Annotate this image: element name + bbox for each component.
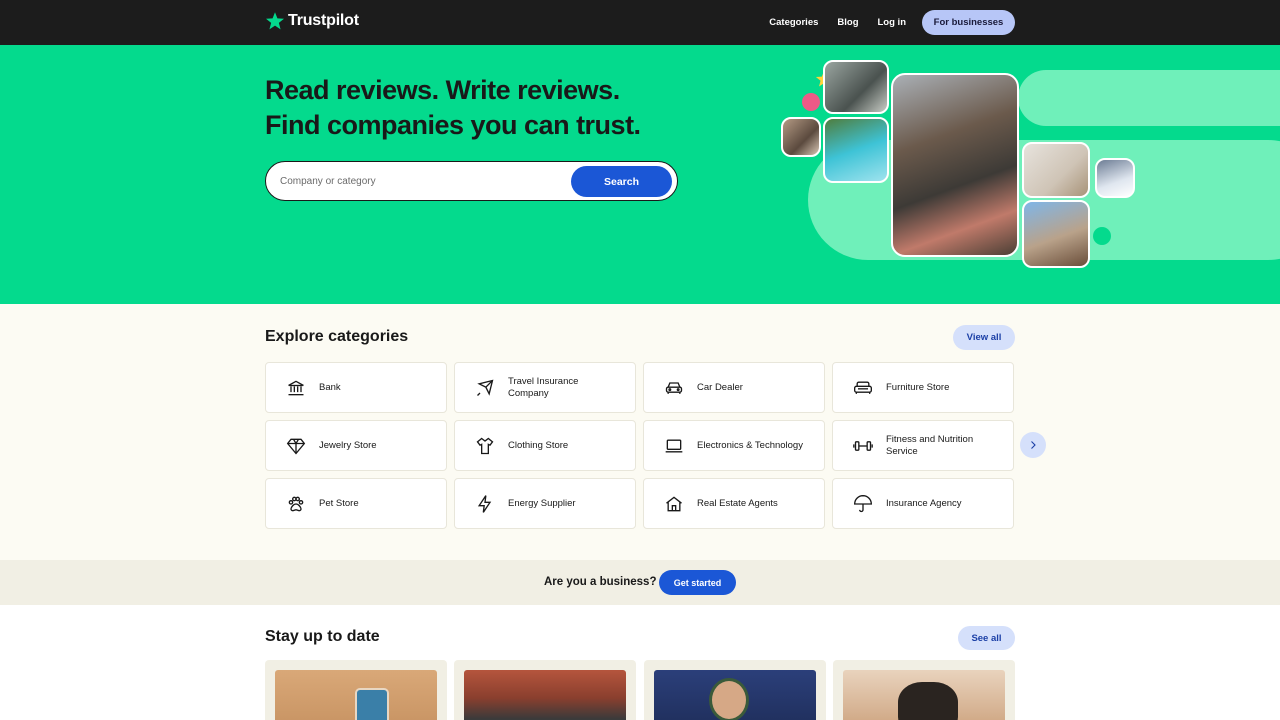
- category-label: Clothing Store: [508, 439, 569, 451]
- brand-name: Trustpilot: [288, 12, 359, 29]
- person-head-shape: [709, 678, 749, 720]
- blog-card[interactable]: [644, 660, 826, 720]
- star-icon: [266, 12, 284, 30]
- main-nav: Categories Blog Log in For businesses: [750, 10, 1015, 35]
- hero-title: Read reviews. Write reviews. Find compan…: [265, 73, 641, 143]
- blog-image-street: [464, 670, 626, 720]
- photo-cafe: [823, 60, 889, 114]
- umbrella-icon: [853, 494, 873, 514]
- category-furniture-store[interactable]: Furniture Store: [832, 362, 1014, 413]
- category-label: Bank: [319, 381, 341, 393]
- view-all-button[interactable]: View all: [953, 325, 1015, 350]
- category-label: Car Dealer: [697, 381, 743, 393]
- photo-couple: [781, 117, 821, 157]
- blog-image-dog-beach: [843, 670, 1005, 720]
- house-icon: [664, 494, 684, 514]
- blog-image-phone: [275, 670, 437, 720]
- business-question: Are you a business?: [544, 576, 657, 588]
- paw-icon: [286, 494, 306, 514]
- category-pet-store[interactable]: Pet Store: [265, 478, 447, 529]
- category-electronics-technology[interactable]: Electronics & Technology: [643, 420, 825, 471]
- category-label: Travel Insurance Company: [508, 375, 579, 399]
- photo-cactus-man: [1022, 200, 1090, 268]
- top-navigation-bar: Trustpilot Categories Blog Log in For bu…: [0, 0, 1280, 45]
- photo-bookshelf: [1022, 142, 1090, 198]
- category-label: Jewelry Store: [319, 439, 377, 451]
- nav-categories-link[interactable]: Categories: [769, 17, 818, 28]
- category-fitness-nutrition[interactable]: Fitness and Nutrition Service: [832, 420, 1014, 471]
- dumbbell-icon: [853, 436, 873, 456]
- category-label: Furniture Store: [886, 381, 950, 393]
- airplane-icon: [475, 378, 495, 398]
- category-label: Real Estate Agents: [697, 497, 778, 509]
- blog-image-headphones: [654, 670, 816, 720]
- nav-login-link[interactable]: Log in: [878, 17, 907, 28]
- bank-icon: [286, 378, 306, 398]
- category-label: Electronics & Technology: [697, 439, 803, 451]
- lightning-icon: [475, 494, 495, 514]
- category-bank[interactable]: Bank: [265, 362, 447, 413]
- pink-dot: [802, 93, 820, 111]
- category-real-estate-agents[interactable]: Real Estate Agents: [643, 478, 825, 529]
- photo-pool: [823, 117, 889, 183]
- stay-up-to-date-section: [0, 605, 1280, 720]
- categories-grid: Bank Travel Insurance Company Car Dealer…: [265, 362, 1016, 529]
- photo-flower-market: [891, 73, 1019, 257]
- nav-blog-link[interactable]: Blog: [837, 17, 858, 28]
- search-bar: Search: [265, 161, 678, 201]
- shirt-icon: [475, 436, 495, 456]
- categories-next-button[interactable]: [1020, 432, 1046, 458]
- blog-card[interactable]: [454, 660, 636, 720]
- stay-up-to-date-title: Stay up to date: [265, 628, 380, 645]
- explore-categories-title: Explore categories: [265, 328, 409, 345]
- category-clothing-store[interactable]: Clothing Store: [454, 420, 636, 471]
- hero-title-line1: Read reviews. Write reviews.: [265, 75, 620, 105]
- category-insurance-agency[interactable]: Insurance Agency: [832, 478, 1014, 529]
- category-label: Fitness and Nutrition Service: [886, 433, 974, 457]
- dog-shape: [898, 682, 958, 720]
- search-input[interactable]: [280, 172, 570, 190]
- sofa-icon: [853, 378, 873, 398]
- category-jewelry-store[interactable]: Jewelry Store: [265, 420, 447, 471]
- hero-section: Read reviews. Write reviews. Find compan…: [0, 45, 1280, 304]
- for-businesses-button[interactable]: For businesses: [922, 10, 1015, 35]
- collage-blob-top: [1018, 70, 1280, 126]
- category-label: Pet Store: [319, 497, 359, 509]
- chevron-right-icon: [1031, 441, 1036, 449]
- trustpilot-logo[interactable]: Trustpilot: [265, 11, 359, 31]
- see-all-button[interactable]: See all: [958, 626, 1015, 650]
- laptop-icon: [664, 436, 684, 456]
- search-button[interactable]: Search: [571, 166, 672, 197]
- category-label: Energy Supplier: [508, 497, 576, 509]
- category-energy-supplier[interactable]: Energy Supplier: [454, 478, 636, 529]
- get-started-button[interactable]: Get started: [659, 570, 736, 595]
- car-icon: [664, 378, 684, 398]
- blog-card[interactable]: [833, 660, 1015, 720]
- green-dot: [1093, 227, 1111, 245]
- diamond-icon: [286, 436, 306, 456]
- category-label: Insurance Agency: [886, 497, 962, 509]
- phone-shape: [355, 688, 389, 720]
- blog-card[interactable]: [265, 660, 447, 720]
- category-car-dealer[interactable]: Car Dealer: [643, 362, 825, 413]
- photo-snow: [1095, 158, 1135, 198]
- category-travel-insurance[interactable]: Travel Insurance Company: [454, 362, 636, 413]
- hero-title-line2: Find companies you can trust.: [265, 110, 641, 140]
